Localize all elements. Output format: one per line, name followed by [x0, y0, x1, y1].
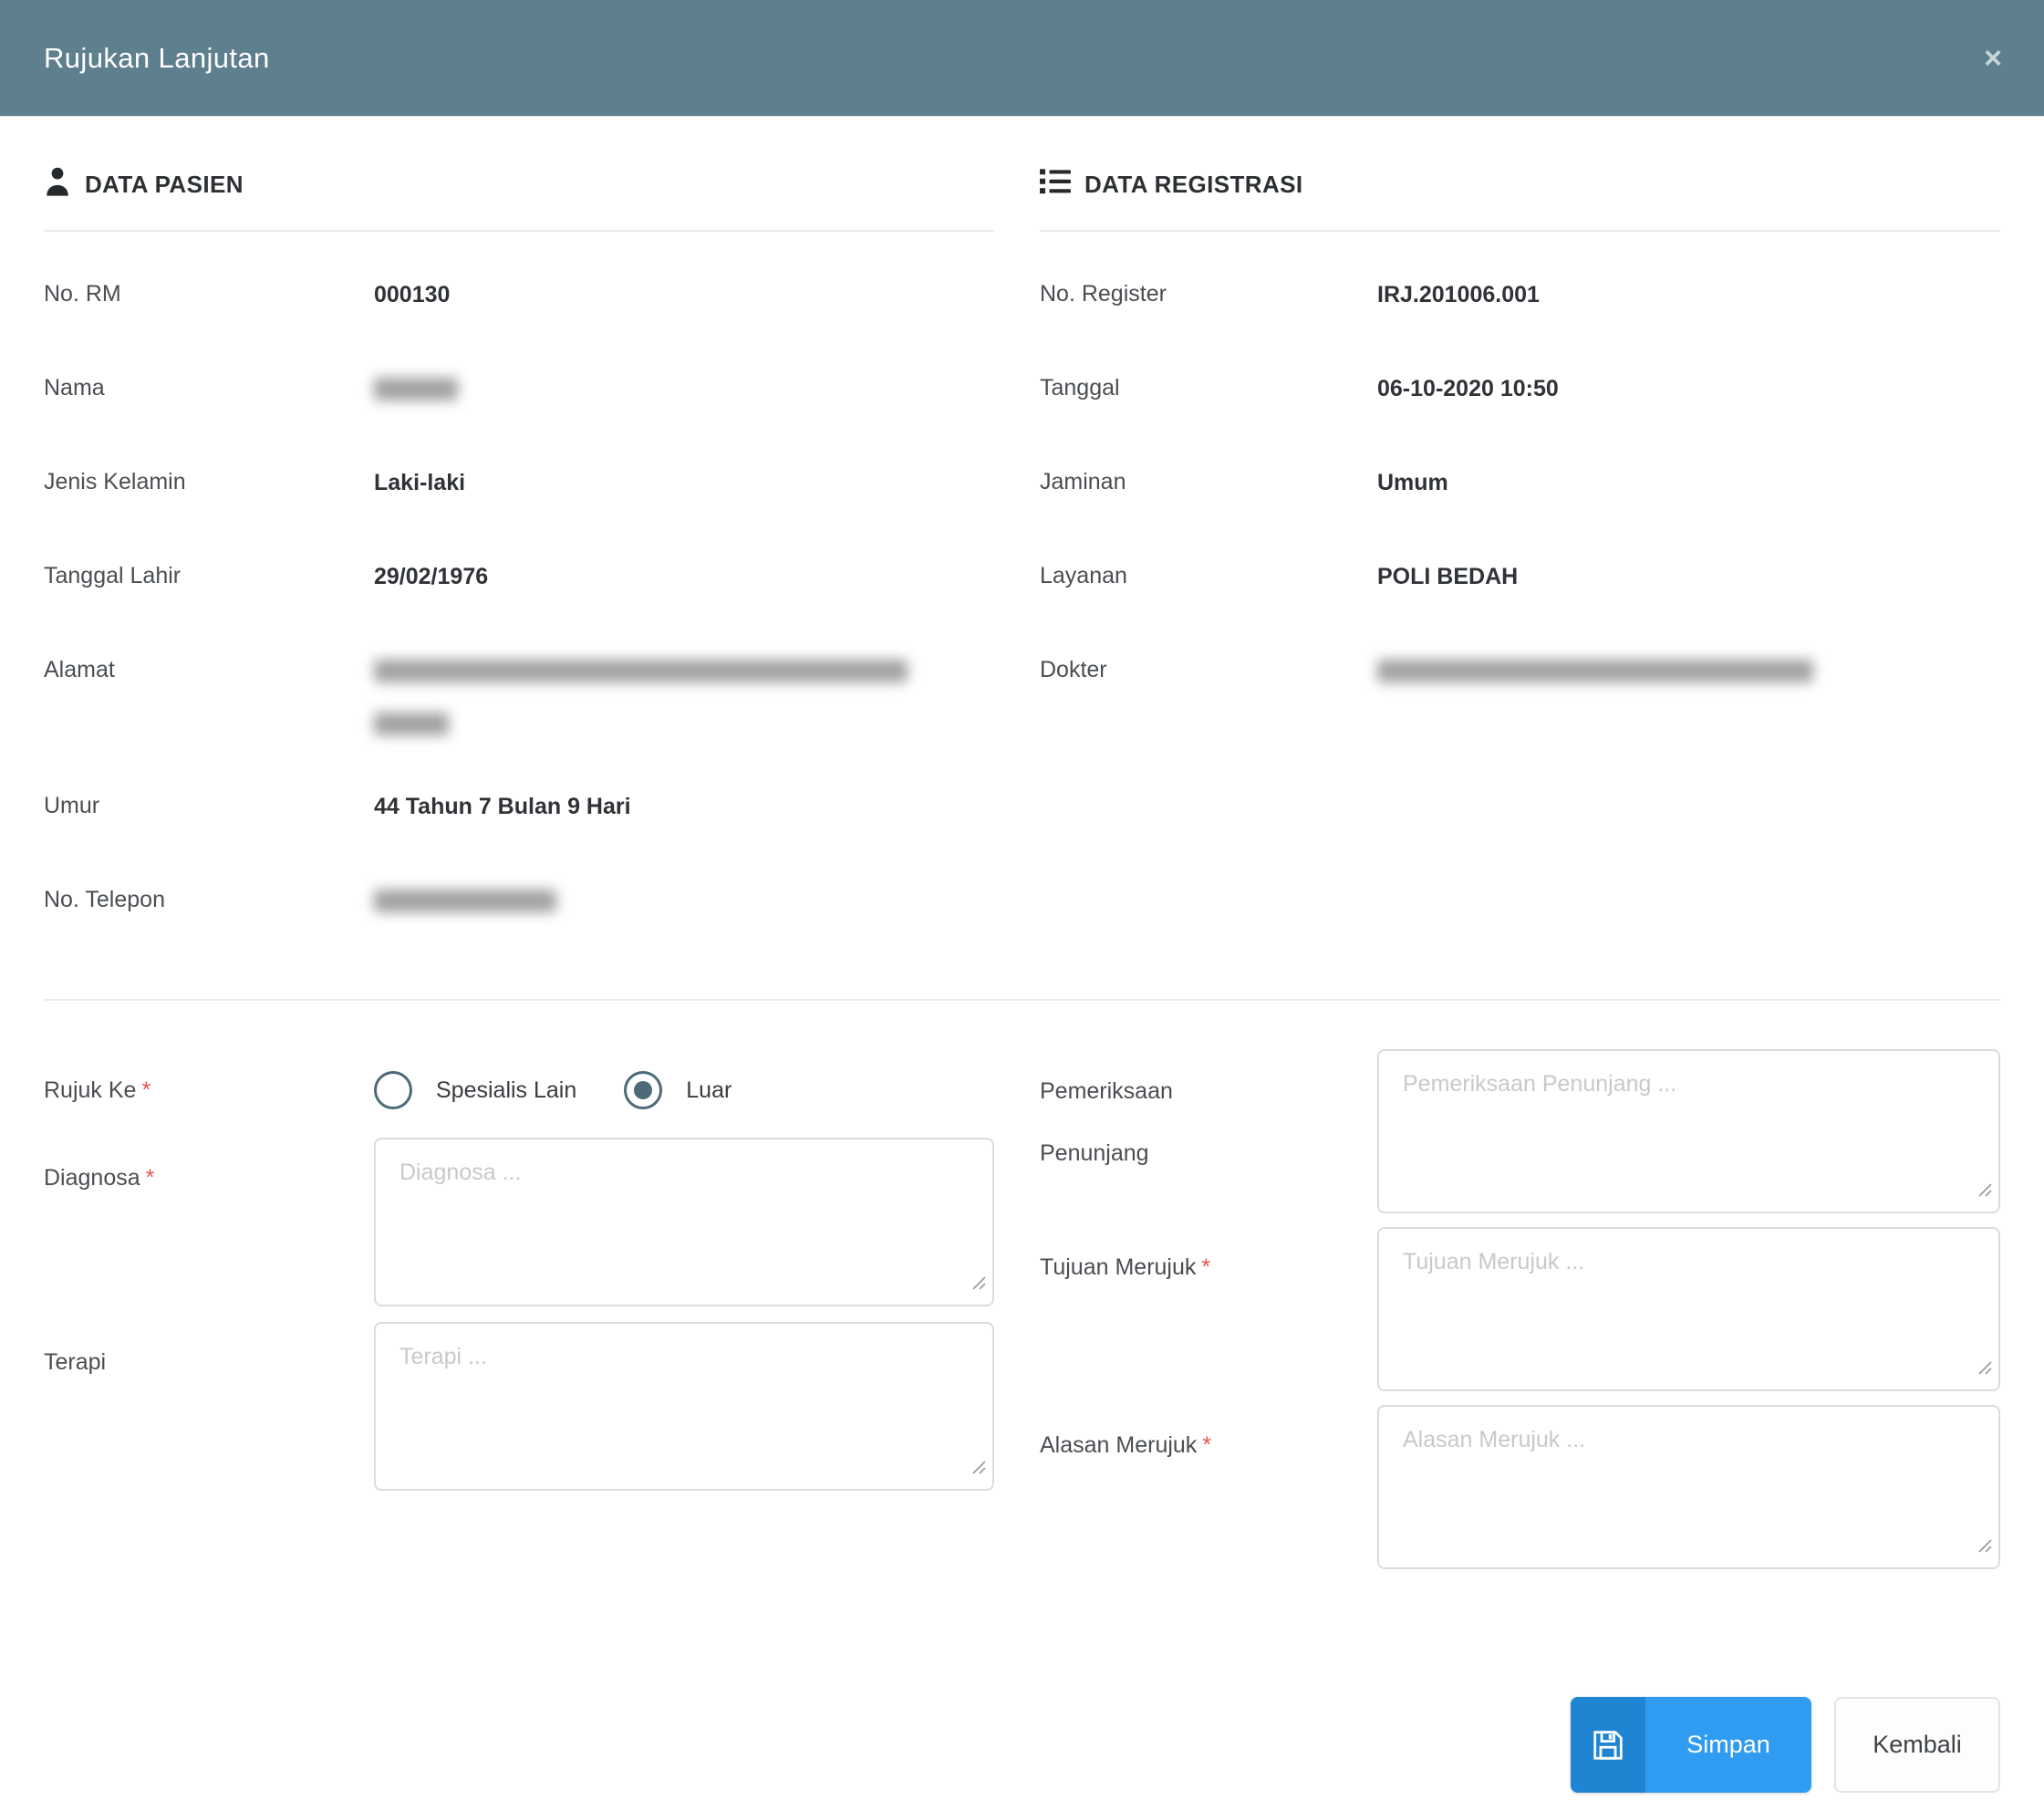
field-value: Umum — [1377, 470, 1448, 495]
radio-label: Luar — [686, 1077, 732, 1103]
field-value: 06-10-2020 10:50 — [1377, 376, 1559, 401]
field-value: 44 Tahun 7 Bulan 9 Hari — [374, 794, 631, 819]
field-label: No. RM — [44, 281, 121, 307]
field-label: Tanggal — [1040, 375, 1120, 401]
save-icon — [1571, 1697, 1645, 1793]
field-row: Dokter — [1040, 657, 2000, 751]
field-row: No. Telepon — [44, 887, 994, 981]
user-icon — [44, 166, 71, 203]
redacted-value — [374, 657, 908, 735]
field-row: Jaminan Umum — [1040, 469, 2000, 563]
required-mark: * — [1202, 1432, 1212, 1458]
field-label: Pemeriksaan Penunjang — [1040, 1078, 1173, 1166]
resize-handle-icon[interactable] — [1977, 1355, 1992, 1381]
alasan-merujuk-row: Alasan Merujuk * — [1040, 1405, 2000, 1569]
field-label: Layanan — [1040, 563, 1127, 588]
field-label: Terapi — [44, 1349, 107, 1375]
terapi-row: Terapi — [44, 1322, 994, 1491]
section-heading: DATA PASIEN — [85, 170, 244, 198]
field-label: Alasan Merujuk * — [1040, 1432, 1212, 1458]
field-label: No. Telepon — [44, 887, 165, 912]
field-row: Tanggal Lahir 29/02/1976 — [44, 563, 994, 657]
field-label: Dokter — [1040, 657, 1107, 682]
tujuan-merujuk-textarea[interactable] — [1377, 1227, 2000, 1391]
data-registrasi-section: DATA REGISTRASI No. Register IRJ.201006.… — [1040, 117, 2000, 981]
back-button[interactable]: Kembali — [1834, 1697, 2000, 1793]
pemeriksaan-penunjang-textarea[interactable] — [1377, 1049, 2000, 1213]
rujuk-ke-radio-group: Spesialis Lain Luar — [374, 1071, 779, 1109]
tujuan-merujuk-row: Tujuan Merujuk * — [1040, 1227, 2000, 1391]
field-label: Jenis Kelamin — [44, 469, 186, 494]
field-row: Jenis Kelamin Laki-laki — [44, 469, 994, 563]
radio-luar[interactable] — [624, 1071, 663, 1109]
required-mark: * — [141, 1077, 151, 1103]
save-button-label: Simpan — [1686, 1731, 1770, 1758]
field-label: Alamat — [44, 657, 115, 682]
required-mark: * — [1201, 1254, 1211, 1280]
field-label: Rujuk Ke * — [44, 1077, 151, 1103]
field-label: Tanggal Lahir — [44, 563, 182, 588]
field-label: Diagnosa * — [44, 1165, 155, 1191]
redacted-value — [374, 375, 458, 401]
field-value: 29/02/1976 — [374, 564, 489, 589]
field-value: 000130 — [374, 282, 451, 307]
field-row: Tanggal 06-10-2020 10:50 — [1040, 375, 2000, 469]
radio-label: Spesialis Lain — [436, 1077, 577, 1103]
field-row: Umur 44 Tahun 7 Bulan 9 Hari — [44, 793, 994, 887]
dialog-header: Rujukan Lanjutan × — [0, 0, 2044, 117]
resize-handle-icon[interactable] — [1977, 1533, 1992, 1559]
rujukan-lanjutan-dialog: Rujukan Lanjutan × DATA PASIEN No. RM 00… — [0, 0, 2044, 1793]
redacted-value — [1377, 657, 1813, 682]
section-heading: DATA REGISTRASI — [1084, 170, 1303, 198]
pemeriksaan-penunjang-row: Pemeriksaan Penunjang — [1040, 1049, 2000, 1213]
field-label: Jaminan — [1040, 469, 1126, 494]
close-icon[interactable]: × — [1984, 43, 2002, 74]
dialog-title: Rujukan Lanjutan — [44, 41, 270, 74]
rujuk-ke-row: Rujuk Ke * Spesialis Lain Luar — [44, 1070, 994, 1110]
radio-spesialis-lain[interactable] — [374, 1071, 412, 1109]
resize-handle-icon[interactable] — [970, 1454, 986, 1481]
alasan-merujuk-textarea[interactable] — [1377, 1405, 2000, 1569]
diagnosa-row: Diagnosa * — [44, 1138, 994, 1306]
terapi-textarea[interactable] — [374, 1322, 994, 1491]
field-label: No. Register — [1040, 281, 1167, 307]
diagnosa-textarea[interactable] — [374, 1138, 994, 1306]
field-label: Umur — [44, 793, 100, 818]
field-row: Layanan POLI BEDAH — [1040, 563, 2000, 657]
field-label: Nama — [44, 375, 105, 401]
field-value: Laki-laki — [374, 470, 466, 495]
field-value: IRJ.201006.001 — [1377, 282, 1540, 307]
list-icon — [1040, 168, 1071, 202]
required-mark: * — [145, 1165, 155, 1191]
dialog-footer: Simpan Kembali — [44, 1697, 2000, 1793]
save-button[interactable]: Simpan — [1571, 1697, 1811, 1793]
data-pasien-section: DATA PASIEN No. RM 000130 Nama Jenis Kel… — [44, 117, 994, 981]
field-value: POLI BEDAH — [1377, 564, 1519, 589]
field-row: Alamat — [44, 657, 994, 793]
resize-handle-icon[interactable] — [1977, 1177, 1992, 1203]
field-row: No. RM 000130 — [44, 281, 994, 375]
field-label: Tujuan Merujuk * — [1040, 1254, 1211, 1280]
field-row: Nama — [44, 375, 994, 469]
redacted-value — [374, 887, 556, 912]
resize-handle-icon[interactable] — [970, 1270, 986, 1296]
field-row: No. Register IRJ.201006.001 — [1040, 281, 2000, 375]
